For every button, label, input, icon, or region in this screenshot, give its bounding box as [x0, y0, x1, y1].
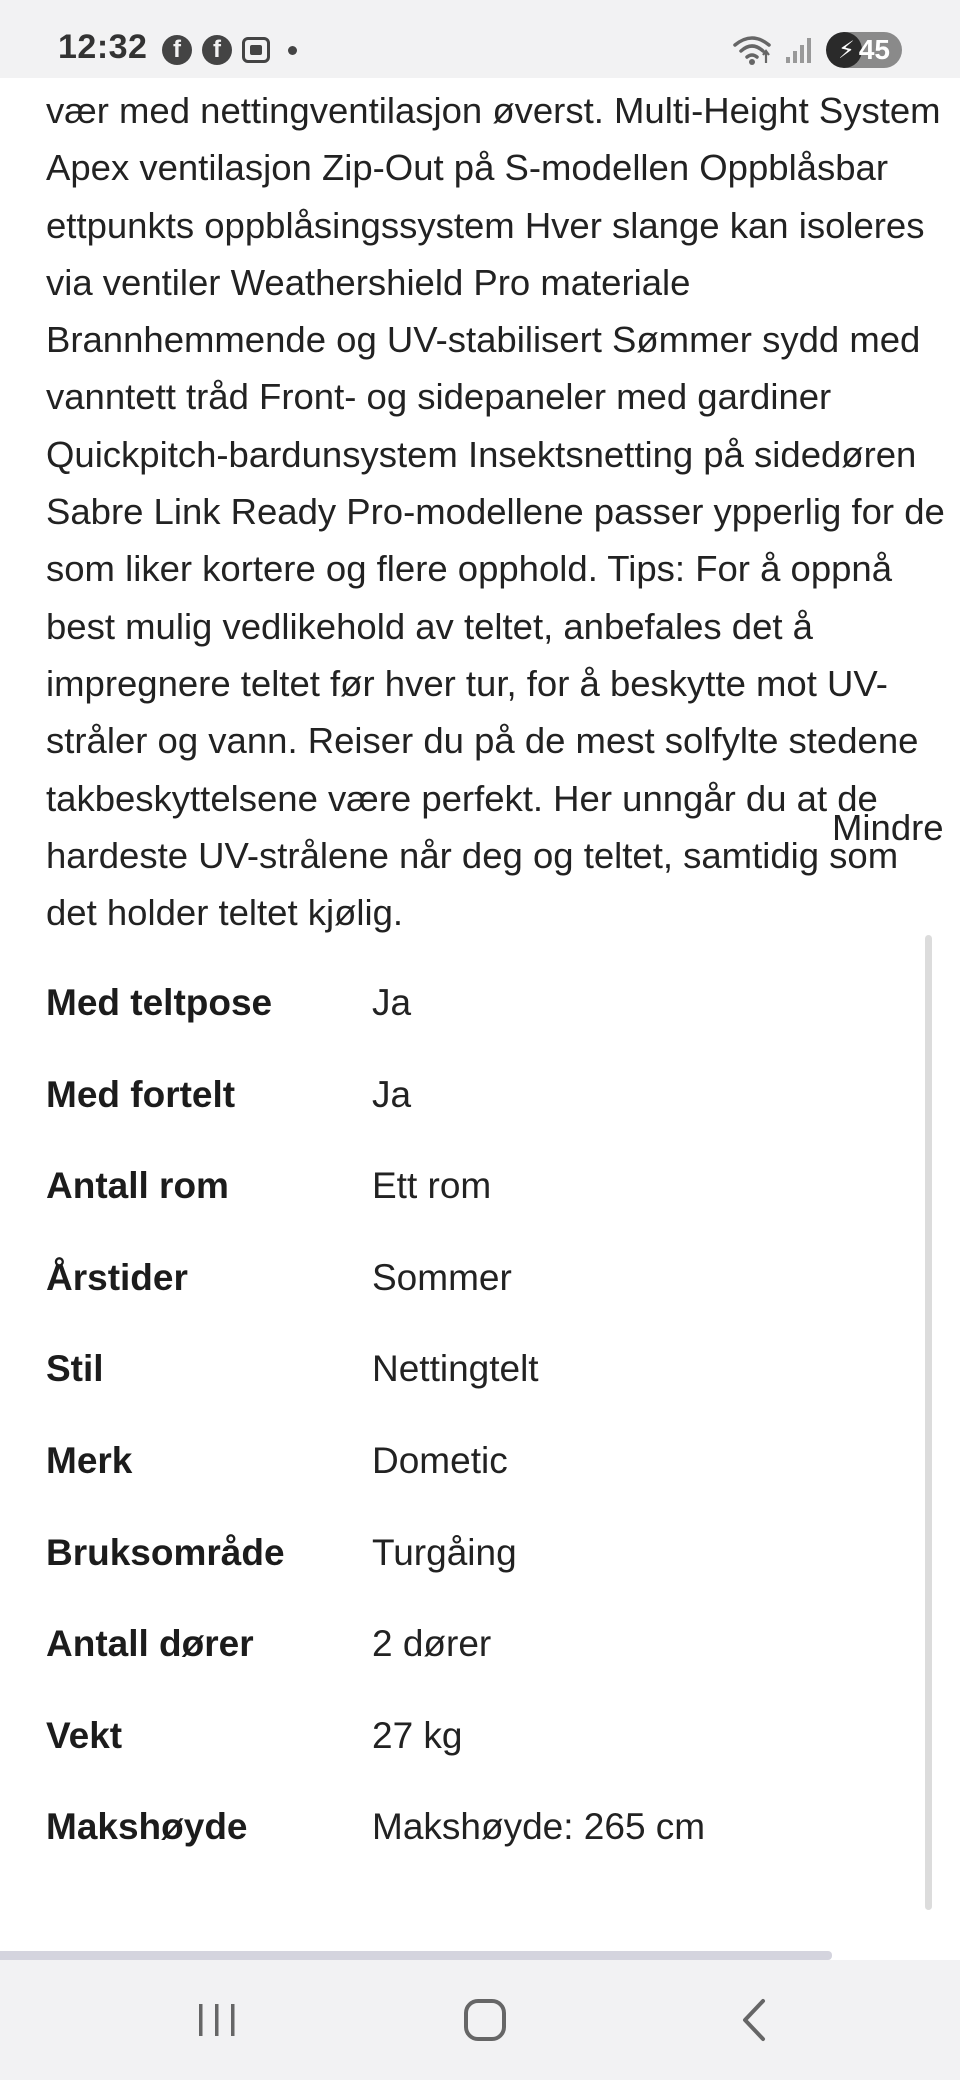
back-button[interactable] — [720, 1990, 790, 2050]
spec-label: Antall rom — [46, 1165, 229, 1207]
spec-label: Makshøyde — [46, 1806, 248, 1848]
spec-value: Turgåing — [372, 1531, 517, 1573]
spec-row: Merk Dometic — [46, 1440, 906, 1532]
description-line: best mulig vedlikehold av teltet, anbefa… — [46, 605, 813, 647]
wifi-icon — [733, 36, 771, 65]
description-line: Apex ventilasjon Zip-Out på S-modellen O… — [46, 147, 888, 189]
description-line: det holder teltet kjølig. — [46, 892, 404, 934]
description-line: vanntett tråd Front- og sidepaneler med … — [46, 376, 832, 418]
spec-value: Ja — [372, 982, 412, 1023]
battery-charging-icon: ⚡ 45 — [825, 32, 902, 68]
system-icons: ⚡ 45 — [732, 32, 902, 68]
product-description: vær med nettingventilasjon øverst. Multi… — [46, 78, 960, 938]
spec-row: Makshøyde Makshøyde: 265 cm — [46, 1806, 906, 1898]
spec-value: Ja — [372, 1073, 412, 1115]
description-text: vær med nettingventilasjon øverst. Multi… — [46, 78, 960, 938]
spec-row: Antall rom Ett rom — [46, 1165, 906, 1257]
horizontal-scrollbar[interactable] — [0, 1951, 832, 1960]
description-line: ettpunkts oppblåsingssystem Hver slange … — [46, 204, 925, 246]
spec-value: Ett rom — [372, 1165, 492, 1207]
battery-level: 45 — [858, 34, 890, 65]
spec-row: Stil Nettingtelt — [46, 1348, 906, 1440]
signal-icon — [785, 38, 811, 63]
spec-row: Antall dører 2 dører — [46, 1623, 906, 1715]
facebook-icon: f — [202, 35, 232, 65]
home-icon — [464, 1999, 506, 2041]
spec-row: Med teltpose Ja — [46, 982, 906, 1074]
recent-apps-button[interactable] — [182, 1990, 252, 2050]
spec-value: Nettingtelt — [372, 1348, 539, 1390]
spec-label: Med teltpose — [46, 982, 273, 1023]
description-line: takbeskyttelsene være perfekt. Her unngå… — [46, 777, 878, 819]
spec-label: Med fortelt — [46, 1073, 236, 1115]
description-line: Quickpitch-bardunsystem Insektsnetting p… — [46, 433, 917, 475]
spec-label: Bruksområde — [46, 1531, 285, 1573]
spec-row: Årstider Sommer — [46, 1257, 906, 1349]
description-line: via ventiler Weathershield Pro materiale — [46, 261, 691, 303]
home-button[interactable] — [450, 1990, 520, 2050]
navigation-bar — [0, 1960, 960, 2080]
notification-icons: f f — [162, 35, 297, 65]
description-line: Brannhemmende og UV-stabilisert Sømmer s… — [46, 319, 921, 361]
description-line: impregnere teltet før hver tur, for å be… — [46, 662, 888, 704]
status-time: 12:32 — [58, 28, 148, 66]
spec-label: Merk — [46, 1439, 133, 1481]
spec-row: Med fortelt Ja — [46, 1074, 906, 1166]
facebook-icon: f — [162, 35, 192, 65]
description-line: vær med nettingventilasjon øverst. Multi… — [46, 90, 941, 131]
description-line: hardeste UV-strålene når deg og teltet, … — [46, 834, 899, 876]
spec-label: Vekt — [46, 1714, 123, 1756]
recent-apps-icon — [199, 2004, 235, 2036]
description-line: som liker kortere og flere opphold. Tips… — [46, 548, 893, 590]
spec-value: 2 dører — [372, 1623, 492, 1665]
description-line: stråler og vann. Reiser du på de mest so… — [46, 720, 919, 762]
vertical-scrollbar[interactable] — [925, 935, 932, 1910]
spec-value: Dometic — [372, 1439, 508, 1481]
spec-table: Med teltpose Ja Med fortelt Ja Antall rom Ett… — [46, 982, 906, 1898]
read-less-link[interactable]: Mindre — [832, 807, 944, 849]
dot-icon — [288, 45, 297, 55]
description-line: Sabre Link Ready Pro-modellene passer yp… — [46, 491, 945, 533]
screenshot-icon — [242, 37, 270, 63]
spec-label: Stil — [46, 1348, 104, 1390]
spec-row: Vekt 27 kg — [46, 1715, 906, 1807]
spec-row: Bruksområde Turgåing — [46, 1532, 906, 1624]
back-icon — [743, 1999, 765, 2041]
status-bar: 12:32 f f ⚡ 45 — [0, 0, 960, 78]
spec-label: Antall dører — [46, 1623, 254, 1665]
spec-value: Sommer — [372, 1256, 512, 1298]
spec-label: Årstider — [46, 1256, 188, 1298]
spec-value: 27 kg — [372, 1714, 463, 1756]
spec-value: Makshøyde: 265 cm — [372, 1806, 706, 1848]
